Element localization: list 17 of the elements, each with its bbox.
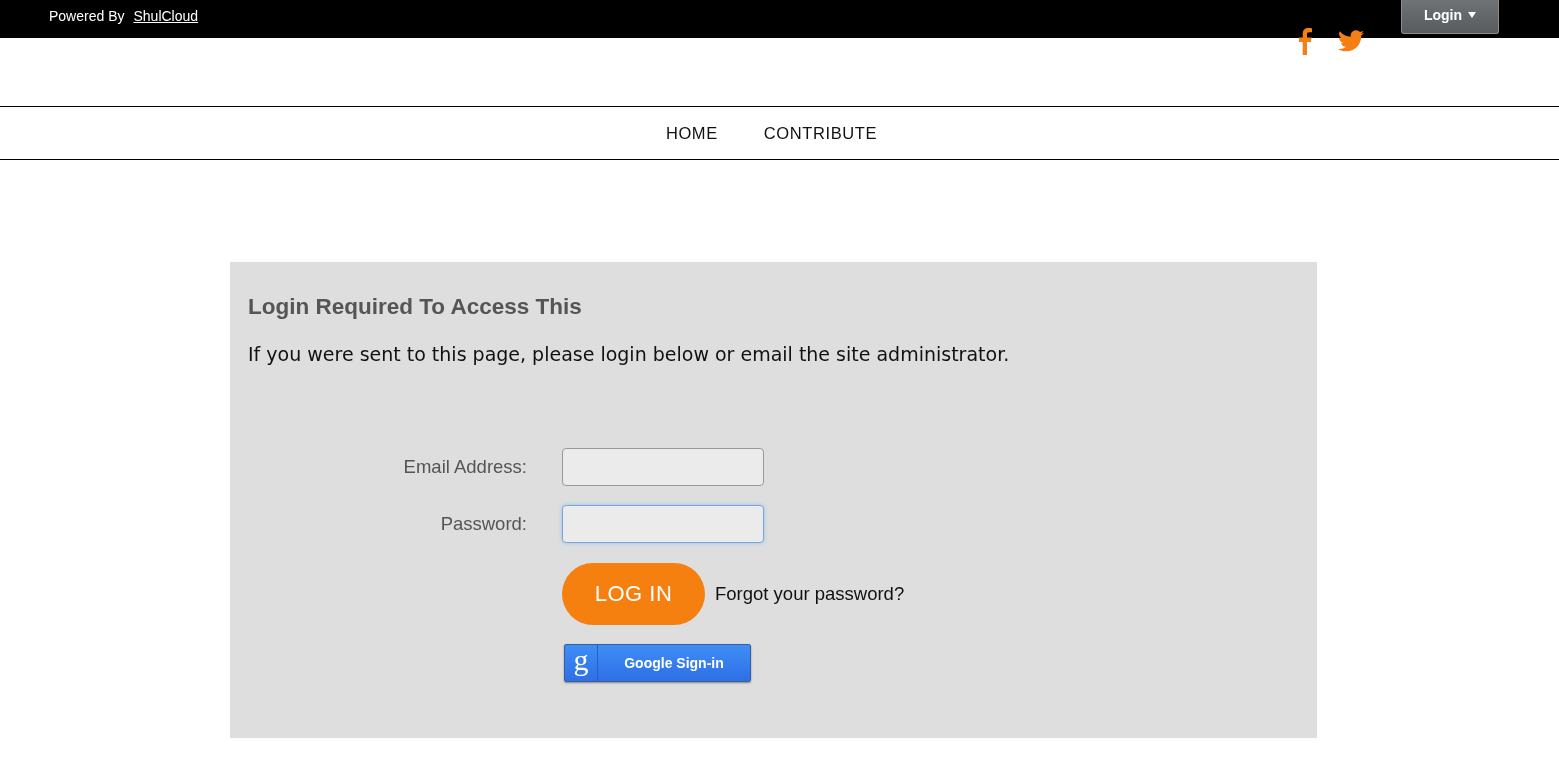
login-dropdown-button[interactable]: Login (1401, 0, 1499, 34)
facebook-icon[interactable] (1298, 27, 1312, 55)
twitter-bird-icon[interactable] (1338, 30, 1364, 52)
nav-link[interactable]: HOME (665, 123, 718, 143)
input-field[interactable] (562, 505, 764, 543)
nav-link[interactable]: CONTRIBUTE (763, 123, 878, 143)
field-label: Password: (439, 513, 527, 535)
input-field[interactable] (562, 448, 764, 486)
field-label: Email Address: (402, 456, 527, 478)
g-logo-letter: g (565, 645, 598, 681)
brand-link[interactable]: ShulCloud (133, 8, 199, 24)
panel-message: If you were sent to this page, please login below or email the site administrator. (248, 342, 1011, 367)
powered-by-text: Powered By (49, 8, 125, 24)
panel-title: Login Required To Access This (248, 293, 583, 321)
forgot-password-link[interactable]: Forgot your password? (715, 583, 905, 605)
caret-icon (1468, 11, 1477, 18)
google-sign-in-button[interactable]: g Google Sign-in (564, 644, 751, 682)
